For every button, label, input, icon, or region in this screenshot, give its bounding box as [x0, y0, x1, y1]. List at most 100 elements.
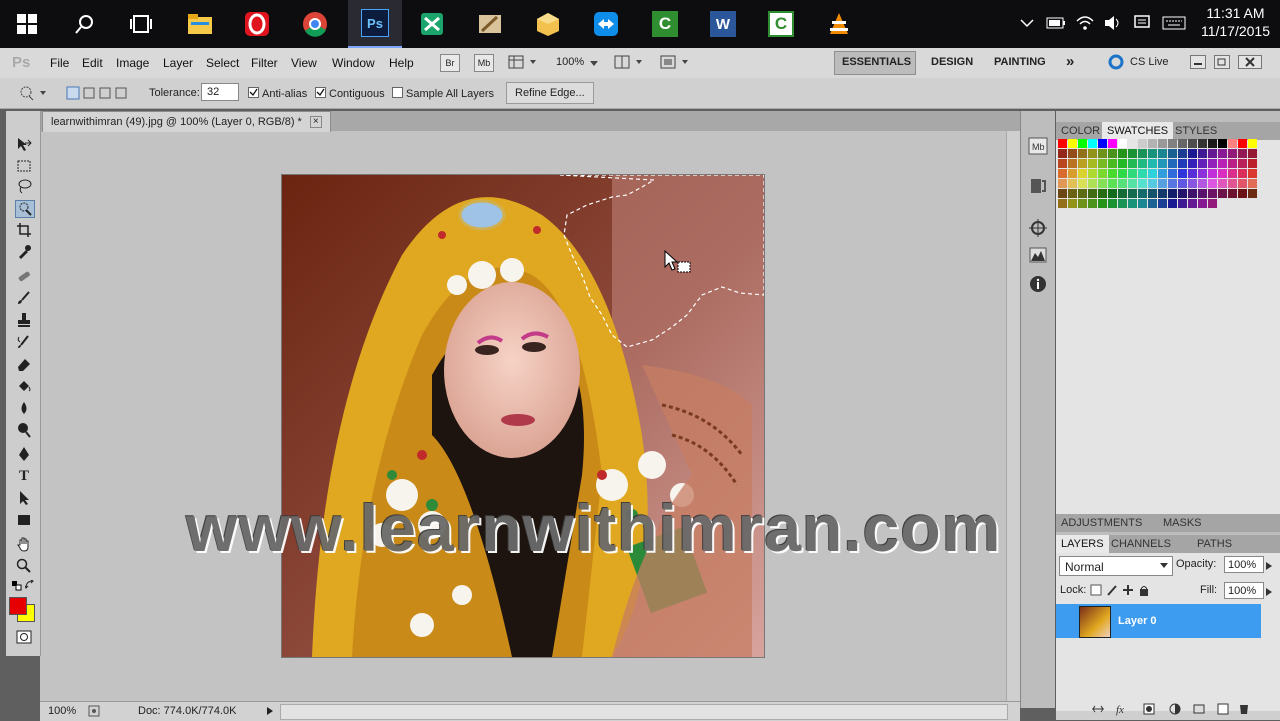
swatch[interactable]: [1178, 139, 1187, 148]
swatch[interactable]: [1188, 149, 1197, 158]
swatch[interactable]: [1248, 189, 1257, 198]
canvas-image[interactable]: [282, 175, 764, 657]
swatch[interactable]: [1118, 159, 1127, 168]
swatch[interactable]: [1158, 139, 1167, 148]
document-tab[interactable]: learnwithimran (49).jpg @ 100% (Layer 0,…: [42, 111, 331, 132]
clone-stamp-tool-icon[interactable]: [15, 312, 33, 328]
swatch[interactable]: [1068, 149, 1077, 158]
swatch[interactable]: [1158, 149, 1167, 158]
tab-masks[interactable]: MASKS: [1158, 514, 1207, 532]
contiguous-checkbox[interactable]: [315, 87, 326, 98]
swatch[interactable]: [1218, 149, 1227, 158]
swatch[interactable]: [1238, 149, 1247, 158]
swatch[interactable]: [1248, 159, 1257, 168]
swatch[interactable]: [1178, 149, 1187, 158]
swatch[interactable]: [1168, 189, 1177, 198]
swatch[interactable]: [1118, 189, 1127, 198]
swatch[interactable]: [1168, 199, 1177, 208]
brush-tool-icon[interactable]: [15, 290, 33, 306]
swatch[interactable]: [1208, 179, 1217, 188]
swatch[interactable]: [1208, 199, 1217, 208]
swatch[interactable]: [1218, 179, 1227, 188]
swatch[interactable]: [1138, 199, 1147, 208]
tab-channels[interactable]: CHANNELS: [1106, 535, 1176, 553]
swatch[interactable]: [1108, 189, 1117, 198]
document-vertical-scrollbar[interactable]: [1006, 131, 1020, 701]
swatch[interactable]: [1128, 179, 1137, 188]
swatch[interactable]: [1238, 189, 1247, 198]
layer-row[interactable]: Layer 0: [1056, 604, 1261, 638]
swatch[interactable]: [1198, 159, 1207, 168]
menu-image[interactable]: Image: [116, 56, 149, 70]
workspace-essentials[interactable]: ESSENTIALS: [842, 56, 911, 68]
swatch[interactable]: [1088, 179, 1097, 188]
eyedropper-tool-icon[interactable]: [15, 244, 33, 260]
eraser-tool-icon[interactable]: [15, 356, 33, 372]
swatch[interactable]: [1208, 159, 1217, 168]
swatch[interactable]: [1148, 179, 1157, 188]
swatch[interactable]: [1078, 159, 1087, 168]
minimize-icon[interactable]: [1190, 55, 1206, 72]
tab-color[interactable]: COLOR: [1056, 122, 1105, 140]
restore-icon[interactable]: [1214, 55, 1230, 72]
start-icon[interactable]: [10, 8, 44, 40]
screen-mode-icon[interactable]: [660, 55, 692, 72]
swatch[interactable]: [1168, 139, 1177, 148]
layers-footer-icons[interactable]: fx: [1090, 702, 1260, 719]
swatch[interactable]: [1108, 139, 1117, 148]
swatch[interactable]: [1188, 199, 1197, 208]
swatch[interactable]: [1198, 199, 1207, 208]
swatch[interactable]: [1098, 159, 1107, 168]
lock-options-icons[interactable]: [1090, 583, 1150, 600]
menu-select[interactable]: Select: [206, 56, 239, 70]
swatch[interactable]: [1168, 159, 1177, 168]
swatch[interactable]: [1088, 149, 1097, 158]
swatch[interactable]: [1078, 199, 1087, 208]
swatch[interactable]: [1118, 149, 1127, 158]
status-info-icon[interactable]: [88, 705, 100, 720]
swatch[interactable]: [1078, 179, 1087, 188]
move-tool-icon[interactable]: [15, 136, 33, 152]
swatch[interactable]: [1058, 169, 1067, 178]
lasso-tool-icon[interactable]: [15, 178, 33, 194]
swatch[interactable]: [1138, 159, 1147, 168]
swatch[interactable]: [1078, 149, 1087, 158]
tolerance-input[interactable]: 32: [201, 83, 239, 101]
view-extras-icon[interactable]: [508, 55, 538, 72]
swatch[interactable]: [1178, 159, 1187, 168]
photoshop-icon[interactable]: Ps: [348, 0, 402, 48]
swatch[interactable]: [1098, 149, 1107, 158]
swatch[interactable]: [1088, 139, 1097, 148]
close-icon[interactable]: [1238, 55, 1262, 72]
cs-live-icon[interactable]: [1108, 54, 1124, 73]
swatch[interactable]: [1088, 159, 1097, 168]
menu-file[interactable]: File: [50, 56, 69, 70]
zoom-tool-icon[interactable]: [15, 558, 33, 574]
swatch[interactable]: [1148, 159, 1157, 168]
hand-tool-icon[interactable]: [15, 536, 33, 552]
swatch[interactable]: [1098, 139, 1107, 148]
tab-adjustments[interactable]: ADJUSTMENTS: [1056, 514, 1147, 532]
swatch[interactable]: [1128, 199, 1137, 208]
swatch[interactable]: [1138, 189, 1147, 198]
cs-live-button[interactable]: CS Live: [1130, 56, 1169, 68]
swatch[interactable]: [1058, 139, 1067, 148]
swatch[interactable]: [1248, 169, 1257, 178]
swatch[interactable]: [1188, 139, 1197, 148]
swatch[interactable]: [1078, 189, 1087, 198]
swatch[interactable]: [1058, 149, 1067, 158]
chrome-icon[interactable]: [298, 8, 332, 40]
swatch[interactable]: [1168, 169, 1177, 178]
swatch[interactable]: [1148, 139, 1157, 148]
swatch[interactable]: [1078, 169, 1087, 178]
swatch[interactable]: [1218, 189, 1227, 198]
swatch[interactable]: [1108, 199, 1117, 208]
horizontal-scrollbar[interactable]: [280, 704, 1008, 720]
swatch[interactable]: [1168, 179, 1177, 188]
swatch[interactable]: [1108, 169, 1117, 178]
app-green-icon[interactable]: [415, 8, 449, 40]
opacity-input[interactable]: 100%: [1224, 556, 1264, 573]
swatch[interactable]: [1078, 139, 1087, 148]
swatch[interactable]: [1058, 199, 1067, 208]
swatch[interactable]: [1148, 149, 1157, 158]
